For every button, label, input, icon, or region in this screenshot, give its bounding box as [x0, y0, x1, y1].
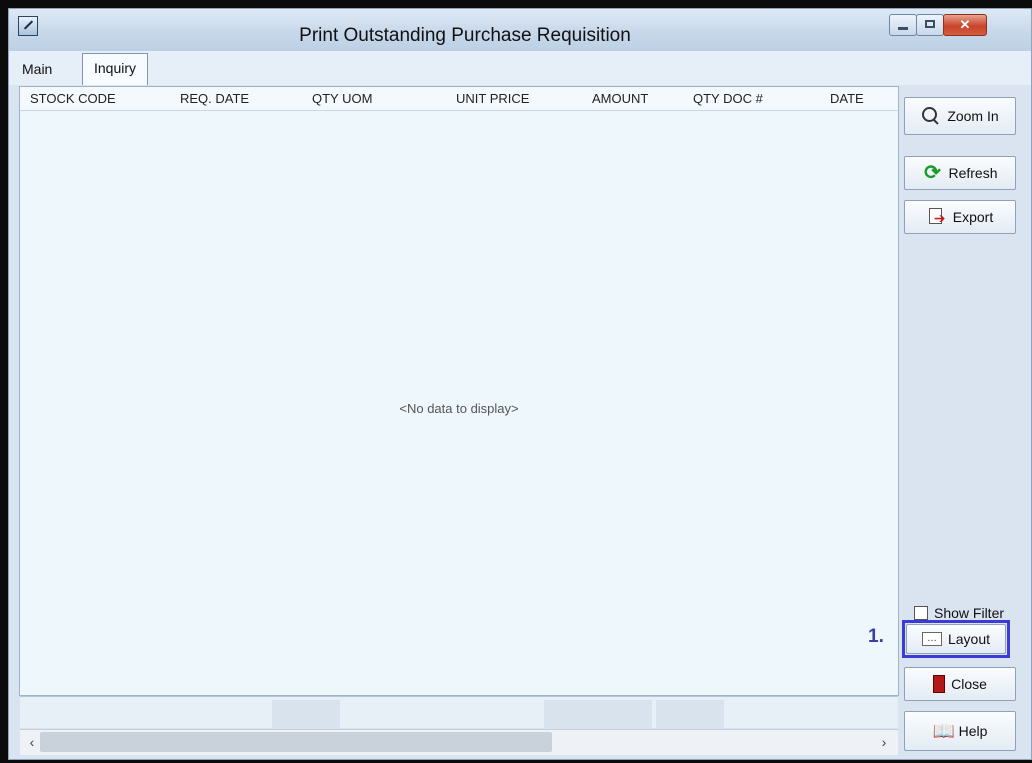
export-button[interactable]: Export [904, 200, 1016, 234]
exit-door-icon [933, 675, 946, 693]
zoom-in-button[interactable]: Zoom In [904, 97, 1016, 135]
column-header-unit-price[interactable]: UNIT PRICE [456, 91, 529, 106]
annotation-highlight [902, 620, 1010, 658]
checkbox-icon[interactable] [914, 606, 928, 620]
annotation-step-label: 1. [868, 626, 884, 647]
export-icon [927, 207, 947, 227]
column-header-req-date[interactable]: REQ. DATE [180, 91, 249, 106]
help-label: Help [958, 723, 988, 739]
close-button[interactable]: Close [904, 667, 1016, 701]
export-label: Export [952, 209, 994, 225]
window-close-button[interactable] [943, 14, 987, 36]
scrollbar-thumb[interactable] [40, 732, 552, 752]
data-grid[interactable] [19, 86, 899, 696]
tab-main[interactable]: Main [22, 56, 72, 82]
help-button[interactable]: 📖 Help [904, 711, 1016, 751]
summary-cell [272, 700, 340, 728]
column-header-amount[interactable]: AMOUNT [592, 91, 648, 106]
column-header-stock-code[interactable]: STOCK CODE [30, 91, 116, 106]
magnifier-icon [921, 106, 941, 126]
scroll-left-arrow-icon[interactable]: ‹ [24, 730, 40, 754]
refresh-button[interactable]: ⟳ Refresh [904, 156, 1016, 190]
close-label: Close [951, 676, 987, 692]
grid-summary-row [20, 696, 898, 728]
summary-cell [656, 700, 724, 728]
zoom-in-label: Zoom In [947, 108, 999, 124]
refresh-icon: ⟳ [924, 162, 941, 184]
scroll-right-arrow-icon[interactable]: › [876, 730, 892, 754]
tab-strip [9, 51, 1031, 85]
window-title: Print Outstanding Purchase Requisition [299, 25, 631, 46]
minimize-button[interactable] [889, 14, 917, 36]
show-filter-checkbox[interactable]: Show Filter [914, 605, 1026, 621]
empty-grid-message: <No data to display> [399, 401, 519, 416]
column-header-qty-doc[interactable]: QTY DOC # [693, 91, 763, 106]
show-filter-label: Show Filter [934, 605, 1005, 621]
summary-cell [544, 700, 652, 728]
column-header-qty-uom[interactable]: QTY UOM [312, 91, 372, 106]
tab-inquiry[interactable]: Inquiry [82, 53, 148, 85]
help-book-icon: 📖 [932, 721, 956, 741]
maximize-button[interactable] [916, 14, 944, 36]
refresh-label: Refresh [948, 165, 998, 181]
column-header-date[interactable]: DATE [830, 91, 864, 106]
